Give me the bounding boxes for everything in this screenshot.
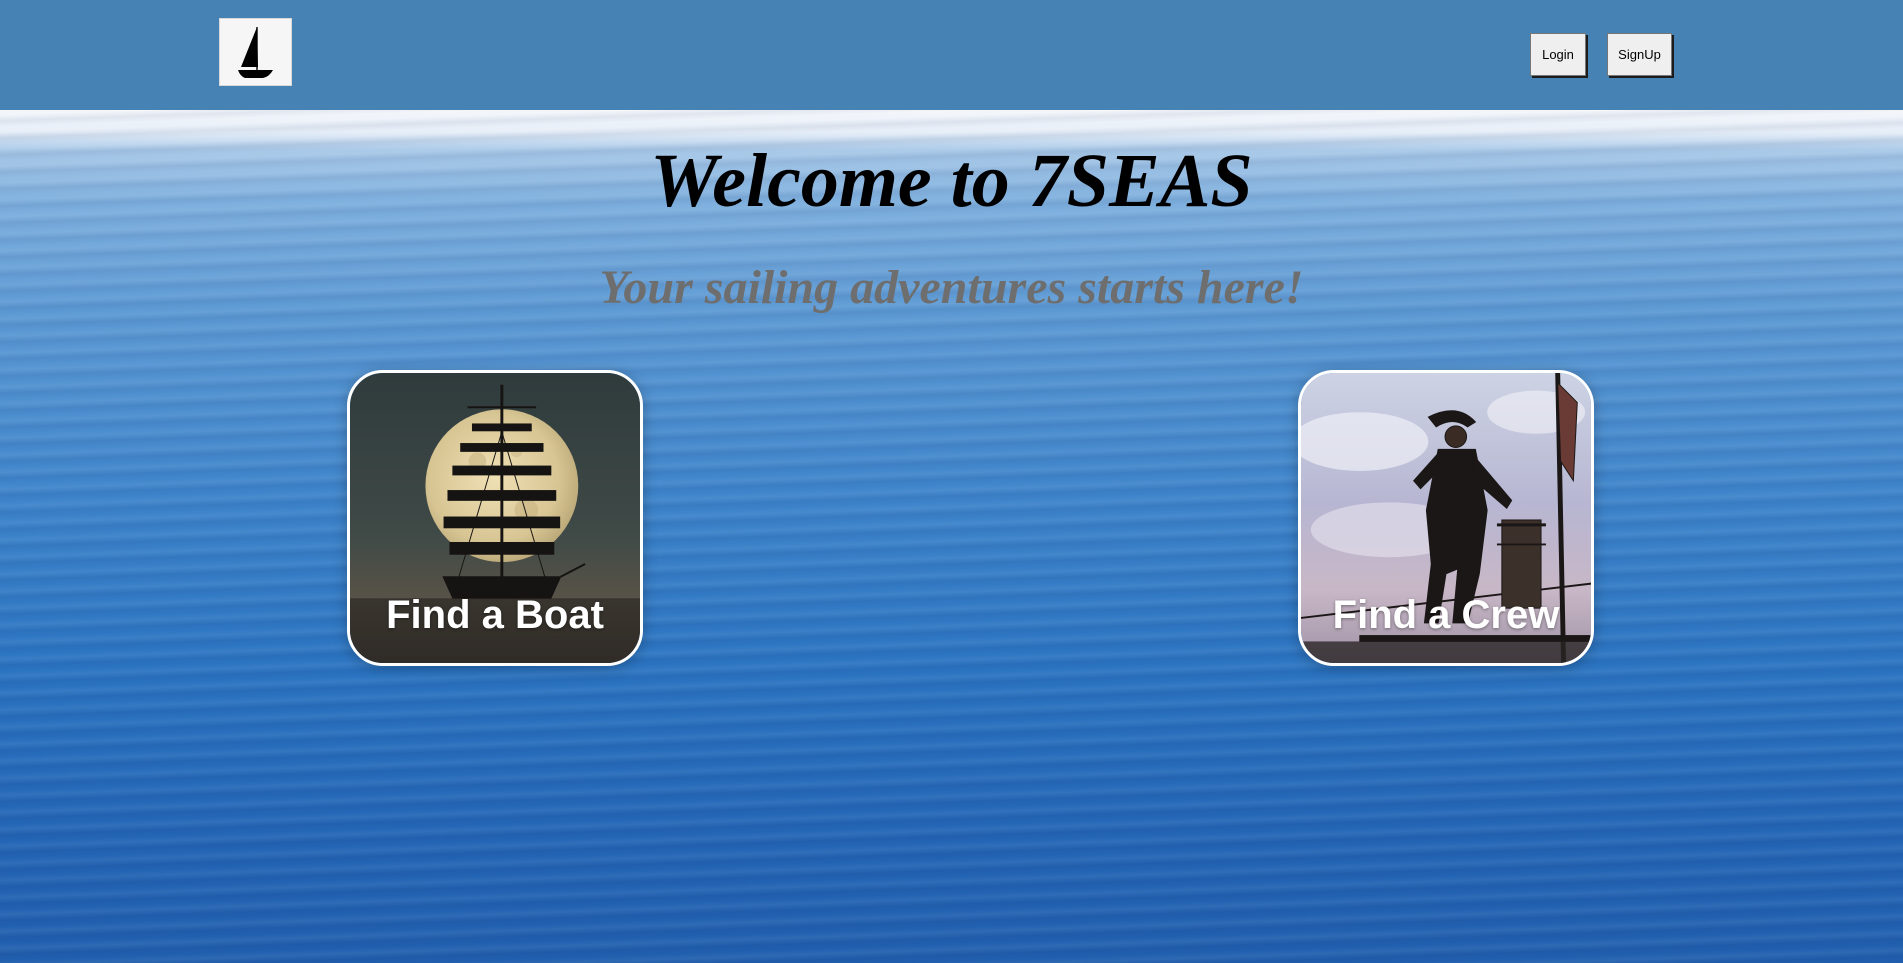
page: Login SignUp Welcome to 7SEAS Your saili…: [0, 0, 1903, 963]
find-boat-card[interactable]: Find a Boat: [347, 370, 643, 666]
find-crew-card[interactable]: Find a Crew: [1298, 370, 1594, 666]
top-navbar: Login SignUp: [0, 0, 1903, 110]
sailboat-icon: [237, 27, 273, 78]
signup-button[interactable]: SignUp: [1607, 33, 1672, 76]
ocean-hero-background: [0, 110, 1903, 963]
find-boat-label: Find a Boat: [386, 593, 604, 637]
find-crew-label: Find a Crew: [1332, 593, 1560, 637]
login-button[interactable]: Login: [1530, 33, 1586, 76]
page-subtitle: Your sailing adventures starts here!: [599, 261, 1304, 314]
home-logo[interactable]: [219, 18, 292, 86]
page-title: Welcome to 7SEAS: [650, 139, 1253, 223]
